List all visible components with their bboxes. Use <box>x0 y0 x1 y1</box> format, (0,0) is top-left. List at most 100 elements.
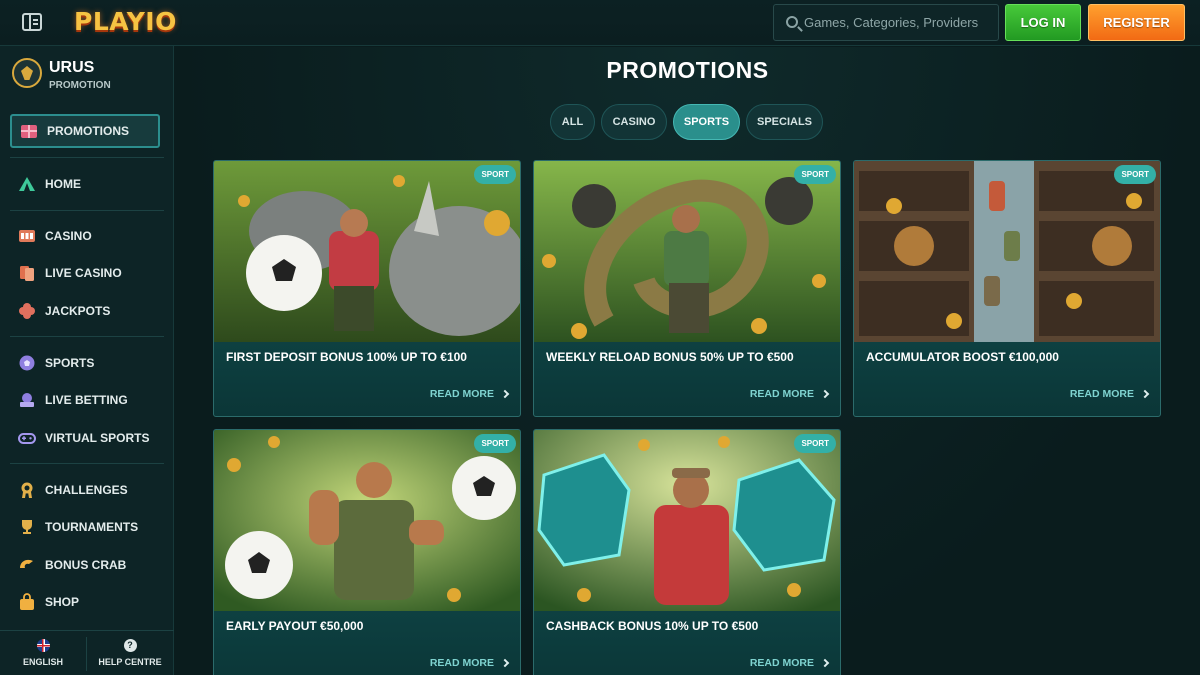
clover-icon <box>18 302 36 320</box>
sidebar-item-virtual-sports[interactable]: VIRTUAL SPORTS <box>10 421 160 455</box>
chevron-right-icon <box>820 389 830 399</box>
promo-card[interactable]: SPORT WEEKLY RELOAD BONUS 50% UP TO €500… <box>533 160 841 417</box>
filter-specials[interactable]: SPECIALS <box>746 104 823 140</box>
chevron-right-icon <box>500 389 510 399</box>
help-label: HELP CENTRE <box>98 657 162 667</box>
sidebar-item-label: SPORTS <box>45 356 95 370</box>
sidebar-item-live-casino[interactable]: LIVE CASINO <box>10 256 160 290</box>
brand-name: URUS <box>49 59 95 76</box>
read-more-label: READ MORE <box>429 388 494 400</box>
read-more-link[interactable]: READ MORE <box>429 657 510 669</box>
promo-card[interactable]: SPORT EARLY PAYOUT €50,000 READ MORE <box>213 429 521 675</box>
page-title: PROMOTIONS <box>606 57 769 83</box>
sidebar-item-live-betting[interactable]: LIVE BETTING <box>10 383 160 417</box>
promo-title: FIRST DEPOSIT BONUS 100% UP TO €100 <box>226 350 467 364</box>
read-more-link[interactable]: READ MORE <box>749 657 830 669</box>
sidebar-item-home[interactable]: HOME <box>10 167 160 201</box>
tent-icon <box>18 175 36 193</box>
read-more-label: READ MORE <box>749 388 814 400</box>
shopping-bag-icon <box>18 593 36 611</box>
sidebar: URUS PROMOTION PROMOTIONS HOME CASINO LI… <box>0 46 174 675</box>
category-badge: SPORT <box>1114 165 1156 184</box>
brand-logo-icon <box>12 58 42 88</box>
sidebar-item-casino[interactable]: CASINO <box>10 219 160 253</box>
main-content: PROMOTIONS ALL CASINO SPORTS SPECIALS SP… <box>175 47 1200 675</box>
sidebar-item-label: HOME <box>45 177 81 191</box>
sidebar-item-label: LIVE CASINO <box>45 266 122 280</box>
promo-title: WEEKLY RELOAD BONUS 50% UP TO €500 <box>546 350 794 364</box>
sidebar-item-sports[interactable]: SPORTS <box>10 346 160 380</box>
promo-image-temple-climbers <box>854 161 1160 342</box>
filter-sports[interactable]: SPORTS <box>673 104 740 140</box>
promo-title: ACCUMULATOR BOOST €100,000 <box>866 350 1059 364</box>
category-badge: SPORT <box>794 434 836 453</box>
uk-flag-icon <box>36 639 50 652</box>
gamepad-icon <box>18 429 36 447</box>
live-tv-icon <box>18 391 36 409</box>
search-input[interactable] <box>804 5 994 40</box>
chevron-right-icon <box>1140 389 1150 399</box>
category-badge: SPORT <box>474 434 516 453</box>
read-more-label: READ MORE <box>749 657 814 669</box>
sidebar-footer: ENGLISH ? HELP CENTRE <box>0 630 174 675</box>
sidebar-item-label: LIVE BETTING <box>45 393 128 407</box>
sidebar-item-challenges[interactable]: CHALLENGES <box>10 473 160 507</box>
promo-card[interactable]: SPORT ACCUMULATOR BOOST €100,000 READ MO… <box>853 160 1161 417</box>
medal-icon <box>18 481 36 499</box>
category-badge: SPORT <box>474 165 516 184</box>
sidebar-item-promotions[interactable]: PROMOTIONS <box>10 114 160 148</box>
promo-image-rhino-football <box>214 161 520 342</box>
brand-subtitle: PROMOTION <box>49 80 111 91</box>
sidebar-item-shop[interactable]: SHOP <box>10 585 160 619</box>
sidebar-item-bonus-crab[interactable]: BONUS CRAB <box>10 548 160 582</box>
help-icon: ? <box>123 639 137 652</box>
help-centre-link[interactable]: ? HELP CENTRE <box>87 639 173 667</box>
sidebar-divider <box>10 210 164 211</box>
read-more-label: READ MORE <box>1069 388 1134 400</box>
sidebar-item-label: CHALLENGES <box>45 483 128 497</box>
sidebar-divider <box>10 463 164 464</box>
sidebar-divider <box>10 336 164 337</box>
search-icon <box>786 16 798 28</box>
read-more-label: READ MORE <box>429 657 494 669</box>
promo-card[interactable]: SPORT FIRST DEPOSIT BONUS 100% UP TO €10… <box>213 160 521 417</box>
promo-image-snake-explorer <box>534 161 840 342</box>
top-header: PLAYIO LOG IN REGISTER <box>0 0 1200 46</box>
sidebar-item-label: PROMOTIONS <box>47 124 130 138</box>
site-logo[interactable]: PLAYIO <box>74 7 177 39</box>
filter-all[interactable]: ALL <box>550 104 595 140</box>
sidebar-item-label: CASINO <box>45 229 92 243</box>
trophy-icon <box>18 518 36 536</box>
sidebar-divider <box>10 157 164 158</box>
crab-claw-icon <box>18 556 36 574</box>
sidebar-item-label: BONUS CRAB <box>45 558 127 572</box>
promo-title: EARLY PAYOUT €50,000 <box>226 619 364 633</box>
sidebar-item-label: TOURNAMENTS <box>45 520 139 534</box>
promo-image-cashback-dice <box>534 430 840 611</box>
chevron-right-icon <box>820 658 830 668</box>
read-more-link[interactable]: READ MORE <box>1069 388 1150 400</box>
football-icon <box>18 354 36 372</box>
read-more-link[interactable]: READ MORE <box>429 388 510 400</box>
promo-card[interactable]: SPORT CASHBACK BONUS 10% UP TO €500 READ… <box>533 429 841 675</box>
sidebar-toggle-icon[interactable] <box>22 13 42 31</box>
slot-machine-icon <box>18 227 36 245</box>
filter-casino[interactable]: CASINO <box>601 104 667 140</box>
sidebar-item-label: SHOP <box>45 595 80 609</box>
sidebar-item-label: VIRTUAL SPORTS <box>45 431 150 445</box>
sidebar-item-label: JACKPOTS <box>45 304 111 318</box>
promo-title: CASHBACK BONUS 10% UP TO €500 <box>546 619 759 633</box>
gift-icon <box>20 122 38 140</box>
language-label: ENGLISH <box>22 657 63 667</box>
chevron-right-icon <box>500 658 510 668</box>
cards-icon <box>18 264 36 282</box>
category-badge: SPORT <box>794 165 836 184</box>
promo-image-strongman-football <box>214 430 520 611</box>
sidebar-item-tournaments[interactable]: TOURNAMENTS <box>10 510 160 544</box>
search-box[interactable] <box>773 4 999 41</box>
login-button[interactable]: LOG IN <box>1005 4 1081 41</box>
language-selector[interactable]: ENGLISH <box>0 639 86 667</box>
read-more-link[interactable]: READ MORE <box>749 388 830 400</box>
register-button[interactable]: REGISTER <box>1088 4 1185 41</box>
sidebar-item-jackpots[interactable]: JACKPOTS <box>10 294 160 328</box>
